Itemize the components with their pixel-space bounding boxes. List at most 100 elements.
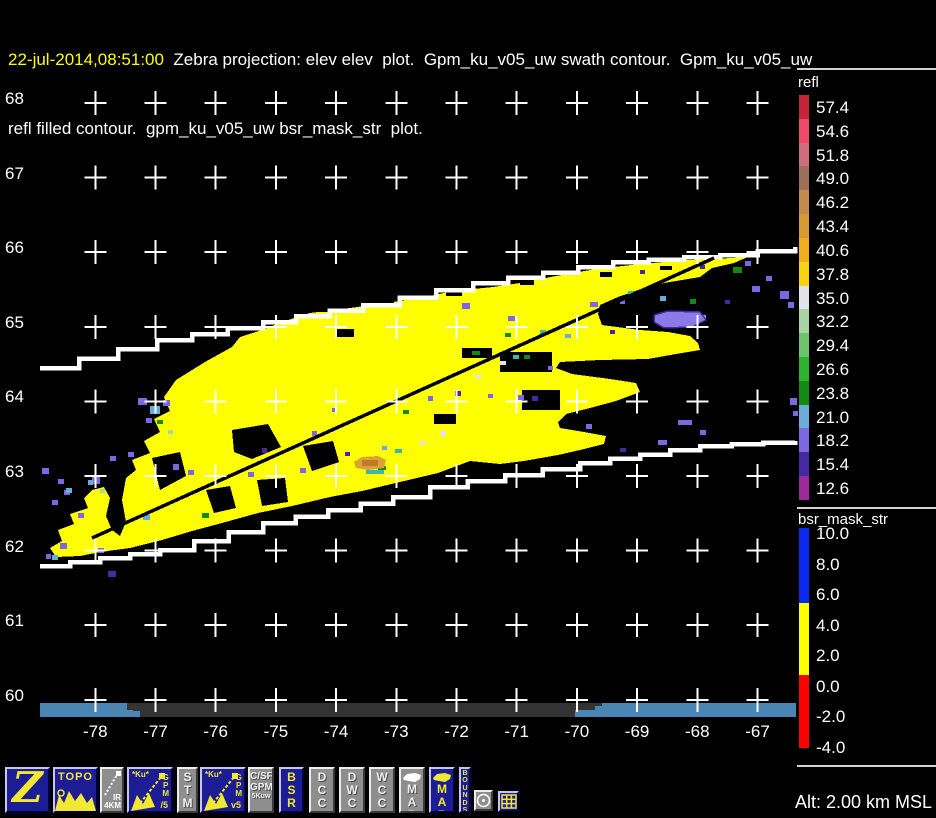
toolbar-button-gpm-ku-5[interactable]: *Ku* G P M/5 bbox=[127, 767, 173, 813]
refl-value-label: 23.8 bbox=[816, 383, 850, 403]
refl-swatch bbox=[799, 261, 809, 286]
toolbar-button-wcc[interactable]: W C C bbox=[369, 767, 395, 813]
refl-swatch bbox=[799, 452, 809, 477]
toolbar-button-grid[interactable] bbox=[498, 791, 519, 812]
refl-value-label: 43.4 bbox=[816, 217, 850, 237]
dwc-label: D W C bbox=[346, 770, 358, 810]
toolbar-button-origin[interactable] bbox=[474, 790, 493, 811]
lon-tick-label: -70 bbox=[564, 722, 590, 741]
toolbar-button-bsr[interactable]: B S R bbox=[279, 767, 304, 813]
wcc-label: W C C bbox=[376, 770, 388, 810]
crosshair-icon bbox=[476, 793, 491, 808]
refl-swatch bbox=[799, 166, 809, 191]
toolbar-button-topo[interactable]: TOPO bbox=[53, 767, 98, 813]
bsr-value-label: -4.0 bbox=[816, 737, 846, 757]
refl-value-label: 51.8 bbox=[816, 145, 850, 165]
map-active-label: M A P bbox=[437, 782, 447, 812]
refl-swatch bbox=[799, 333, 809, 357]
refl-value-label: 54.6 bbox=[816, 121, 850, 141]
toolbar-button-map-overlay[interactable]: M A P bbox=[399, 767, 425, 813]
refl-value-label: 21.0 bbox=[816, 407, 850, 427]
lon-tick-label: -67 bbox=[745, 722, 770, 741]
bsr-value-label: 2.0 bbox=[816, 646, 840, 665]
lat-tick-label: 60 bbox=[5, 685, 24, 705]
refl-swatch bbox=[799, 142, 809, 167]
lon-tick-label: -68 bbox=[685, 722, 710, 741]
lat-tick-label: 62 bbox=[5, 536, 24, 556]
toolbar-button-ir-4km[interactable]: IR 4KM bbox=[100, 767, 124, 813]
lon-tick-label: -73 bbox=[384, 722, 409, 741]
toolbar-button-dcc[interactable]: D C C bbox=[309, 767, 335, 813]
lon-tick-label: -76 bbox=[203, 722, 228, 741]
bsr-value-label: -2.0 bbox=[816, 707, 846, 726]
toolbar-button-map-active[interactable]: M A P bbox=[429, 767, 455, 813]
topo-band bbox=[40, 703, 796, 717]
refl-value-label: 35.0 bbox=[816, 288, 850, 308]
ir-4km-label: IR 4KM bbox=[104, 793, 121, 810]
refl-swatch bbox=[799, 118, 809, 143]
refl-swatch bbox=[799, 428, 809, 453]
satellite-beam-icon bbox=[204, 773, 238, 811]
bsr-value-label: 8.0 bbox=[816, 554, 840, 574]
bsr-value-label: 10.0 bbox=[816, 524, 850, 543]
refl-value-label: 12.6 bbox=[816, 479, 850, 499]
product-label: 5Kuw bbox=[251, 793, 271, 800]
refl-swatch bbox=[799, 309, 809, 334]
zebra-window: 22-jul-2014,08:51:00 Zebra projection: e… bbox=[0, 0, 936, 818]
refl-swatch bbox=[799, 380, 809, 405]
refl-value-label: 32.2 bbox=[816, 312, 850, 332]
zebra-z-icon: Z bbox=[12, 767, 43, 812]
lat-tick-label: 63 bbox=[5, 462, 24, 481]
bsr-label: B S R bbox=[287, 770, 296, 810]
bsr-value-label: 6.0 bbox=[816, 585, 840, 604]
refl-swatch bbox=[799, 357, 809, 381]
toolbar-button-gpm-ku-v5[interactable]: *Ku* G P Mv5 bbox=[200, 767, 246, 813]
toolbar-button-stm[interactable]: S T M bbox=[177, 767, 198, 813]
gpm-label: GPM bbox=[250, 782, 273, 793]
toolbar-button-bounds[interactable]: B O U N D S bbox=[459, 767, 471, 813]
refl-swatch bbox=[799, 404, 809, 429]
lon-tick-label: -77 bbox=[143, 722, 168, 741]
refl-swatch bbox=[799, 476, 809, 500]
refl-legend-title: refl bbox=[798, 74, 819, 91]
lat-tick-label: 64 bbox=[5, 387, 24, 407]
refl-value-label: 15.4 bbox=[816, 455, 850, 475]
map-canvas[interactable] bbox=[0, 0, 936, 760]
bsr-value-label: 4.0 bbox=[816, 615, 840, 635]
panel-divider-middle bbox=[797, 507, 936, 509]
map-overlay-label: M A P bbox=[407, 782, 417, 812]
dcc-label: D C C bbox=[317, 770, 327, 810]
grid-icon bbox=[500, 794, 517, 809]
toolbar-button-zebra-logo[interactable]: Z bbox=[5, 767, 50, 813]
satellite-beam-icon bbox=[131, 773, 165, 811]
topo-label: TOPO bbox=[58, 771, 93, 783]
refl-swatch bbox=[799, 237, 809, 262]
bsr-segment bbox=[799, 675, 809, 748]
refl-value-label: 18.2 bbox=[816, 431, 850, 451]
refl-swatch bbox=[799, 214, 809, 238]
toolbar-button-csf-gpm[interactable]: C/SF GPM 5Kuw bbox=[248, 767, 274, 813]
altitude-readout: Alt: 2.00 km MSL bbox=[794, 792, 932, 812]
refl-swatch bbox=[799, 285, 809, 310]
refl-value-label: 26.6 bbox=[816, 360, 850, 380]
toolbar-button-dwc[interactable]: D W C bbox=[339, 767, 365, 813]
lat-tick-label: 66 bbox=[5, 238, 24, 258]
bsr-segment bbox=[799, 603, 809, 675]
lon-tick-label: -75 bbox=[263, 722, 289, 741]
lat-tick-label: 67 bbox=[5, 163, 24, 183]
panel-divider-bottom bbox=[797, 765, 936, 767]
lat-tick-label: 61 bbox=[5, 611, 24, 631]
refl-value-label: 29.4 bbox=[816, 336, 850, 356]
stm-label: S T M bbox=[182, 770, 193, 810]
refl-value-label: 57.4 bbox=[816, 98, 850, 117]
refl-swatch bbox=[799, 95, 809, 119]
refl-value-label: 40.6 bbox=[816, 240, 850, 260]
lat-tick-label: 65 bbox=[5, 312, 24, 332]
refl-value-label: 49.0 bbox=[816, 169, 850, 189]
bsr-value-label: 0.0 bbox=[816, 676, 840, 696]
refl-value-label: 37.8 bbox=[816, 264, 850, 284]
csf-label: C/SF bbox=[250, 771, 273, 782]
lon-tick-label: -74 bbox=[323, 722, 349, 741]
bounds-label: B O U N D S bbox=[462, 770, 468, 813]
lon-tick-label: -72 bbox=[444, 722, 469, 741]
